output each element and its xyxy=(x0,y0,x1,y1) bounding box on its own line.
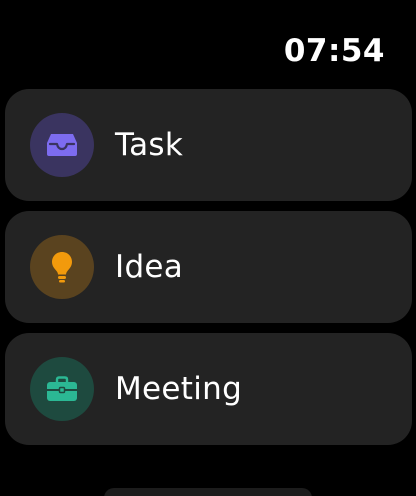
category-label-idea: Idea xyxy=(115,249,184,285)
category-item-idea[interactable]: Idea xyxy=(5,211,412,323)
category-list: Task Idea Meeting xyxy=(5,89,412,455)
lightbulb-icon xyxy=(52,252,72,283)
category-label-meeting: Meeting xyxy=(115,371,243,407)
meeting-icon-badge xyxy=(30,357,94,421)
category-item-task[interactable]: Task xyxy=(5,89,412,201)
next-item-peek[interactable] xyxy=(104,488,312,496)
task-icon-badge xyxy=(30,113,94,177)
idea-icon-badge xyxy=(30,235,94,299)
briefcase-icon xyxy=(47,376,77,401)
tray-icon xyxy=(47,134,77,156)
clock-time: 07:54 xyxy=(283,33,385,69)
category-label-task: Task xyxy=(115,127,184,163)
category-item-meeting[interactable]: Meeting xyxy=(5,333,412,445)
